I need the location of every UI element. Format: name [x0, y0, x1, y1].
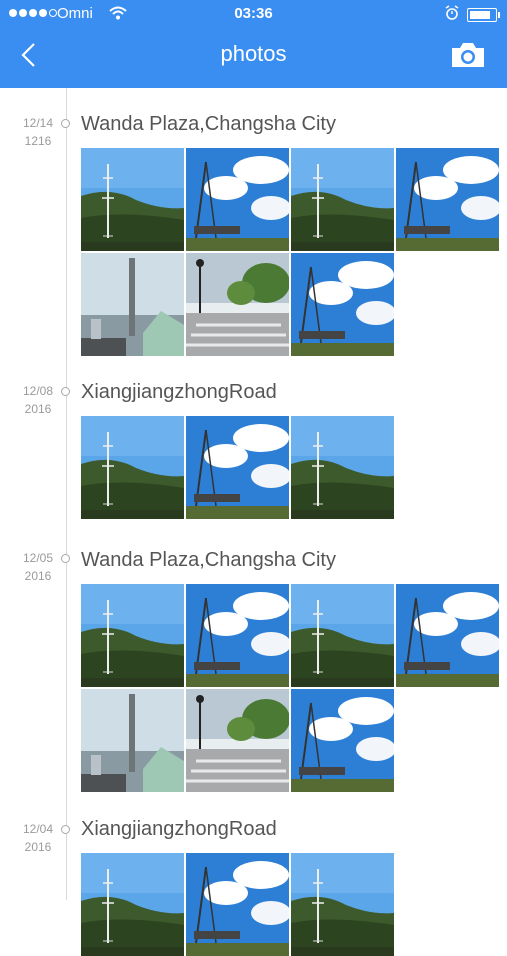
group-date: 12/05 2016	[16, 549, 60, 585]
photo-thumbnail[interactable]	[81, 148, 184, 251]
photo-thumbnail[interactable]	[291, 148, 394, 251]
photo-thumbnail[interactable]	[291, 416, 394, 519]
page-title: photos	[220, 41, 287, 66]
group-date: 12/14 1216	[16, 114, 60, 150]
photo-thumbnail[interactable]	[186, 416, 289, 519]
photo-thumbnail[interactable]	[291, 253, 394, 356]
date-day: 12/08	[22, 384, 54, 398]
photo-thumbnail[interactable]	[396, 148, 499, 251]
timeline-node	[61, 554, 70, 563]
status-bar: Omni 03:36	[0, 0, 507, 30]
timeline-node	[61, 825, 70, 834]
photo-thumbnail[interactable]	[81, 689, 184, 792]
camera-icon	[452, 43, 484, 67]
photo-thumbnail[interactable]	[186, 853, 289, 956]
date-year: 2016	[24, 840, 52, 854]
group-date: 12/08 2016	[16, 382, 60, 418]
battery-icon	[467, 8, 500, 22]
alarm-icon	[445, 5, 459, 25]
group-date: 12/04 2016	[16, 820, 60, 856]
date-day: 12/05	[22, 551, 54, 565]
date-year: 1216	[24, 134, 52, 148]
photo-thumbnail[interactable]	[186, 584, 289, 687]
clock: 03:36	[234, 5, 273, 22]
photo-thumbnail[interactable]	[81, 253, 184, 356]
timeline-node	[61, 387, 70, 396]
photo-thumbnail[interactable]	[186, 148, 289, 251]
photo-thumbnail[interactable]	[186, 253, 289, 356]
photo-thumbnail[interactable]	[186, 689, 289, 792]
photo-thumbnail[interactable]	[81, 416, 184, 519]
group-location: XiangjiangzhongRoad	[81, 818, 277, 840]
timeline-node	[61, 119, 70, 128]
group-location: Wanda Plaza,Changsha City	[81, 113, 336, 135]
group-location: XiangjiangzhongRoad	[81, 381, 277, 403]
group-location: Wanda Plaza,Changsha City	[81, 549, 336, 571]
photo-thumbnail[interactable]	[291, 584, 394, 687]
date-day: 12/14	[22, 116, 54, 130]
date-year: 2016	[24, 402, 52, 416]
photo-thumbnail[interactable]	[291, 689, 394, 792]
photo-thumbnail[interactable]	[396, 584, 499, 687]
photo-thumbnail[interactable]	[81, 853, 184, 956]
timeline-line	[66, 88, 67, 900]
date-year: 2016	[24, 569, 52, 583]
app-header: Omni 03:36 photos	[0, 0, 507, 88]
photo-thumbnail[interactable]	[291, 853, 394, 956]
photo-thumbnail[interactable]	[81, 584, 184, 687]
camera-button[interactable]	[450, 41, 486, 69]
date-day: 12/04	[22, 822, 54, 836]
